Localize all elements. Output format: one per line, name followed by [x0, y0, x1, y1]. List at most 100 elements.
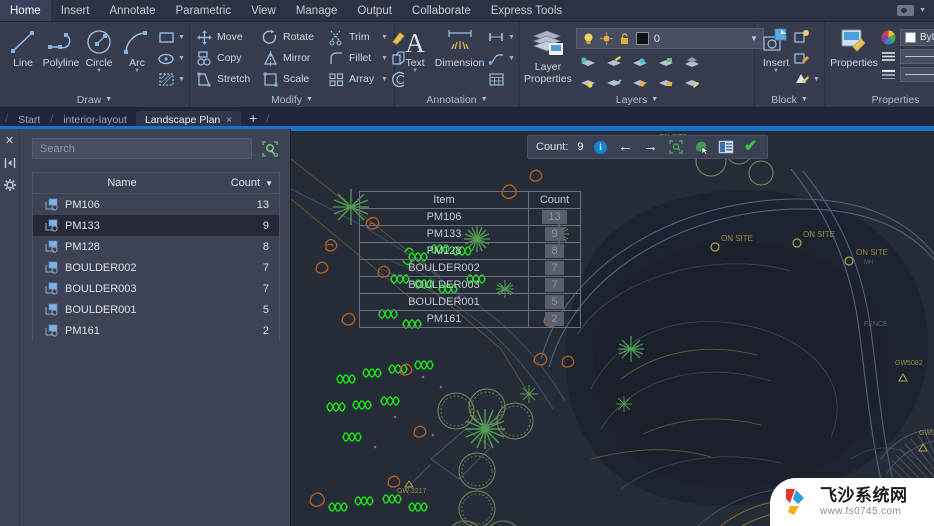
select-count-icon[interactable]	[693, 139, 709, 156]
match-properties-button[interactable]: Properties	[829, 24, 879, 69]
trim-dropdown-icon[interactable]: ▼	[381, 34, 388, 41]
layer-unisolate-icon[interactable]	[631, 74, 648, 91]
annotation-panel-title[interactable]: Annotation ▼	[399, 92, 515, 107]
count-row-boulder001[interactable]: BOULDER001 5	[33, 299, 279, 320]
layer-isolate-icon[interactable]	[579, 54, 596, 71]
draw-circle-dropdown-icon[interactable]: ▼	[96, 68, 102, 74]
count-table-row[interactable]: BOULDER001 5	[359, 293, 581, 311]
chevron-down-icon[interactable]: ▼	[651, 96, 658, 103]
rectangle-dropdown-icon[interactable]: ▼	[178, 34, 185, 41]
chevron-down-icon[interactable]: ▼	[105, 96, 112, 103]
screenshot-icon[interactable]	[897, 5, 915, 16]
count-table-row[interactable]: BOULDER003 7	[359, 276, 581, 294]
property-linetype-combo[interactable]	[900, 49, 934, 64]
properties-icon[interactable]	[3, 178, 16, 191]
rectangle-icon[interactable]	[158, 29, 175, 46]
previous-count-button[interactable]: ←	[618, 139, 634, 155]
modify-scale-button[interactable]: Scale	[260, 71, 326, 88]
insert-block-button[interactable]: Insert ▼	[759, 24, 793, 74]
edit-attributes-icon[interactable]	[793, 71, 810, 88]
property-lineweight-combo[interactable]	[900, 67, 934, 82]
select-similar-icon[interactable]	[260, 139, 280, 159]
fillet-dropdown-icon[interactable]: ▼	[381, 55, 388, 62]
leader-dropdown-icon[interactable]: ▼	[508, 55, 515, 62]
hatch-dropdown-icon[interactable]: ▼	[178, 76, 185, 83]
menu-item-annotate[interactable]: Annotate	[99, 0, 165, 21]
chevron-down-icon[interactable]: ▼	[919, 7, 926, 14]
sun-icon[interactable]	[600, 32, 613, 45]
layer-unlock-icon[interactable]	[657, 74, 674, 91]
ellipse-icon[interactable]	[158, 50, 175, 67]
text-dropdown-icon[interactable]: ▼	[412, 68, 418, 74]
count-table-icon[interactable]	[718, 139, 734, 155]
annotation-dimension-button[interactable]: Dimension	[431, 24, 488, 69]
menu-item-collaborate[interactable]: Collaborate	[402, 0, 481, 21]
chevron-down-icon[interactable]: ▼	[801, 96, 808, 103]
color-wheel-icon[interactable]	[881, 30, 896, 45]
auto-hide-icon[interactable]	[3, 156, 16, 169]
finish-count-button[interactable]: ✔	[743, 139, 759, 155]
draw-panel-title[interactable]: Draw ▼	[4, 92, 185, 107]
lightbulb-icon[interactable]	[582, 32, 595, 45]
count-row-boulder003[interactable]: BOULDER003 7	[33, 278, 279, 299]
count-table-entity[interactable]: Item Count PM106 13 PM133 9 PM128 8 BOUL…	[359, 191, 581, 328]
info-icon[interactable]: i	[593, 139, 609, 155]
attributes-dropdown-icon[interactable]: ▼	[813, 76, 820, 83]
count-row-pm106[interactable]: PM106 13	[33, 194, 279, 215]
draw-arc-dropdown-icon[interactable]: ▼	[134, 68, 140, 74]
layer-on-icon[interactable]	[579, 74, 596, 91]
column-header-name[interactable]: Name	[33, 177, 201, 189]
zoom-to-count-icon[interactable]	[668, 139, 684, 155]
chevron-down-icon[interactable]: ▼	[481, 96, 488, 103]
menu-item-manage[interactable]: Manage	[286, 0, 348, 21]
menu-item-insert[interactable]: Insert	[51, 0, 100, 21]
hatch-icon[interactable]	[158, 71, 175, 88]
layers-panel-title[interactable]: Layers ▼	[524, 92, 750, 107]
count-row-pm133[interactable]: PM133 9	[33, 215, 279, 236]
layer-color-swatch[interactable]	[635, 32, 649, 45]
modify-copy-button[interactable]: Copy	[194, 50, 260, 67]
layer-match-icon[interactable]	[683, 74, 700, 91]
layer-merge-icon[interactable]	[683, 54, 700, 71]
count-table-row[interactable]: BOULDER002 7	[359, 259, 581, 277]
table-icon[interactable]	[488, 71, 505, 88]
modify-stretch-button[interactable]: Stretch	[194, 71, 260, 88]
count-row-pm128[interactable]: PM128 8	[33, 236, 279, 257]
menu-item-output[interactable]: Output	[347, 0, 402, 21]
modify-fillet-button[interactable]: Fillet	[326, 50, 378, 67]
linear-dimension-icon[interactable]	[488, 29, 505, 46]
draw-polyline-button[interactable]: Polyline	[42, 24, 80, 69]
draw-circle-button[interactable]: Circle ▼	[80, 24, 118, 74]
modify-rotate-button[interactable]: Rotate	[260, 29, 326, 46]
insert-dropdown-icon[interactable]: ▼	[773, 68, 779, 74]
close-icon[interactable]: ×	[226, 115, 232, 126]
menu-item-view[interactable]: View	[241, 0, 286, 21]
layer-off-icon[interactable]	[631, 54, 648, 71]
new-tab-button[interactable]: +	[241, 111, 265, 126]
count-row-boulder002[interactable]: BOULDER002 7	[33, 257, 279, 278]
modify-array-button[interactable]: Array	[326, 71, 378, 88]
count-table-row[interactable]: PM133 9	[359, 225, 581, 243]
modify-panel-title[interactable]: Modify ▼	[194, 92, 390, 107]
count-table-row[interactable]: PM161 2	[359, 310, 581, 328]
properties-panel-title[interactable]: Properties	[829, 92, 934, 107]
column-header-count[interactable]: Count ▼	[201, 177, 279, 189]
layer-combo[interactable]: 0 ▼	[575, 28, 764, 49]
drawing-canvas[interactable]: ON SITE ON SITE ON SITE GW5082 GW5 GW 32…	[291, 129, 934, 526]
edit-block-icon[interactable]	[793, 50, 810, 67]
draw-line-button[interactable]: Line	[4, 24, 42, 69]
property-color-combo[interactable]: ByLa	[900, 29, 934, 46]
menu-item-home[interactable]: Home	[0, 0, 51, 21]
count-row-pm161[interactable]: PM161 2	[33, 320, 279, 341]
layer-lock-icon[interactable]	[657, 54, 674, 71]
annotation-text-button[interactable]: A Text ▼	[399, 24, 431, 74]
layer-freeze-icon[interactable]	[605, 54, 622, 71]
layer-properties-button[interactable]: Layer Properties	[524, 24, 572, 85]
chevron-down-icon[interactable]: ▼	[306, 96, 313, 103]
modify-move-button[interactable]: Move	[194, 29, 260, 46]
close-icon[interactable]: ✕	[3, 134, 16, 147]
linetype-icon[interactable]	[881, 49, 896, 64]
linear-dimension-dropdown-icon[interactable]: ▼	[508, 34, 515, 41]
modify-trim-button[interactable]: Trim	[326, 29, 378, 46]
lock-icon[interactable]	[618, 32, 631, 45]
